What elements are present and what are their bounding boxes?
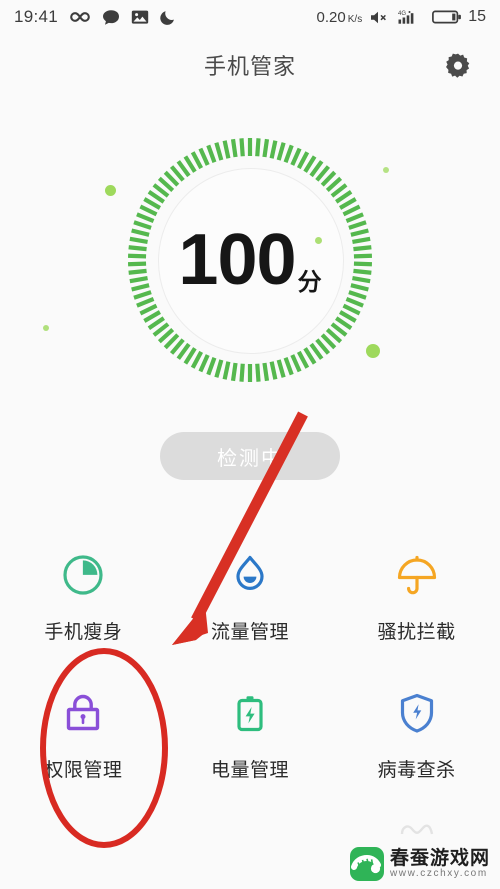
shield-bolt-icon [391,687,443,739]
score-dial-section: 100 分 [0,120,500,420]
grid-item-label: 病毒查杀 [377,760,456,781]
infinity-icon [69,10,91,24]
silkworm-logo-icon [349,847,384,881]
umbrella-icon [391,549,443,601]
battery-bolt-icon [224,687,276,739]
network-speed: 0.20 K/s [317,9,363,26]
message-bubble-icon [102,9,120,26]
grid-item-virus-scan[interactable]: 病毒查杀 [333,673,500,811]
svg-text:4G: 4G [398,11,406,17]
signal-bars-icon: 4G [398,9,424,25]
watermark-text: 春蚕游戏网 www.czchxy.com [389,847,490,879]
grid-item-label: 流量管理 [210,622,289,643]
do-not-disturb-moon-icon [160,9,177,26]
status-time: 19:41 [14,7,59,26]
decor-dot [366,344,380,358]
grid-item-label: 骚扰拦截 [377,622,456,643]
decor-dot [383,167,389,173]
network-speed-value: 0.20 [316,8,346,26]
scan-status-button[interactable]: 检测中 [160,432,340,480]
grid-item-label: 电量管理 [210,760,289,781]
photo-icon [131,9,149,25]
watermark-url: www.czchxy.com [389,867,488,879]
score-unit: 分 [297,269,322,296]
decor-dot [315,237,322,244]
page-title: 手机管家 [203,54,296,79]
status-bar: 19:41 0.20 K/s 4G 15 [0,0,500,34]
grid-item-phone-slimming[interactable]: 手机瘦身 [0,535,167,673]
battery-level: 15 [468,8,486,25]
decor-dot [105,185,116,196]
grid-item-permission-manager[interactable]: 权限管理 [0,673,167,811]
grid-item-data-usage[interactable]: 流量管理 [167,535,334,673]
pie-chart-icon [57,549,109,601]
watermark: 春蚕游戏网 www.czchxy.com [349,847,490,881]
lock-icon [57,687,109,739]
battery-icon [432,9,462,25]
gear-icon[interactable] [444,51,472,79]
decor-dot [43,325,49,331]
water-drop-icon [224,549,276,601]
score-dial[interactable]: 100 分 [125,135,375,385]
grid-item-battery-manager[interactable]: 电量管理 [167,673,334,811]
status-bar-left: 19:41 [14,7,177,27]
score-readout: 100 分 [125,224,375,296]
grid-item-harassment-block[interactable]: 骚扰拦截 [333,535,500,673]
feature-grid: 手机瘦身 流量管理 骚扰拦截 权限管理 电量管理 病毒查杀 [0,535,500,811]
nav-home-indicator[interactable] [400,822,440,841]
app-header: 手机管家 [0,34,500,96]
network-speed-unit: K/s [347,13,363,25]
grid-item-label: 权限管理 [44,760,123,781]
status-bar-right: 0.20 K/s 4G 15 [317,8,486,26]
score-value: 100 [178,220,296,300]
speaker-muted-icon [370,10,390,25]
watermark-title: 春蚕游戏网 [389,847,490,869]
grid-item-label: 手机瘦身 [44,622,123,643]
phone-screen: 19:41 0.20 K/s 4G 15 手机管家 100 分 检测中 手机瘦身… [0,0,500,889]
scan-status-label: 检测中 [217,447,283,470]
